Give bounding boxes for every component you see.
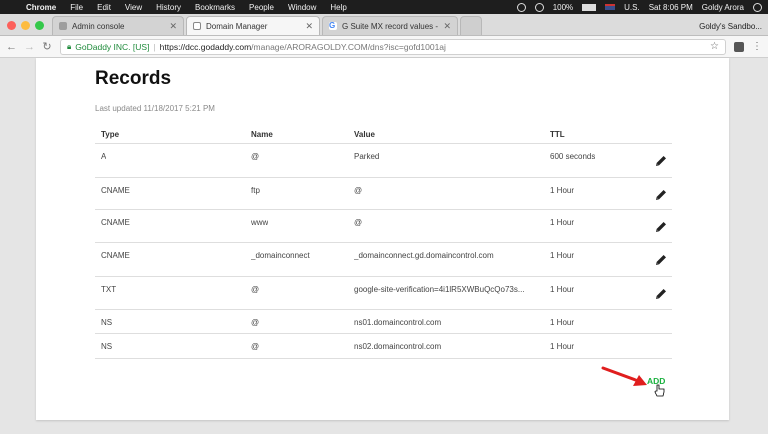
cell-value: ns01.domaincontrol.com bbox=[354, 318, 442, 327]
address-bar[interactable]: 🔒︎ GoDaddy INC. [US] | https://dcc.godad… bbox=[60, 38, 726, 55]
arrow-icon bbox=[601, 366, 647, 386]
close-icon[interactable]: ✕ bbox=[443, 21, 451, 32]
cell-name: ftp bbox=[251, 186, 260, 195]
last-updated-text: Last updated 11/18/2017 5:21 PM bbox=[95, 104, 215, 113]
tab-strip: Admin console ✕ Domain Manager ✕ G G Sui… bbox=[0, 14, 768, 36]
zoom-window-icon[interactable] bbox=[35, 21, 44, 30]
minimize-window-icon[interactable] bbox=[21, 21, 30, 30]
back-icon[interactable]: ← bbox=[6, 41, 17, 53]
header-value: Value bbox=[354, 130, 375, 139]
menubar-clock[interactable]: Sat 8:06 PM bbox=[649, 3, 693, 12]
cell-ttl: 1 Hour bbox=[550, 285, 575, 294]
table-row: CNAME _domainconnect _domainconnect.gd.dom… bbox=[95, 243, 672, 277]
cell-ttl: 1 Hour bbox=[550, 251, 575, 260]
pencil-icon[interactable] bbox=[654, 220, 668, 234]
cell-value: google-site-verification=4i1lR5XWBuQcQo7… bbox=[354, 285, 525, 294]
battery-percent: 100% bbox=[552, 2, 574, 12]
table-row: TXT @ google-site-verification=4i1lR5XWBuQ… bbox=[95, 277, 672, 310]
dns-records-table: Type Name Value TTL A @ Parked 600 seconds C… bbox=[95, 124, 672, 359]
forward-icon[interactable]: → bbox=[24, 41, 35, 53]
records-card: Records Last updated 11/18/2017 5:21 PM … bbox=[36, 58, 729, 420]
table-body: A @ Parked 600 seconds CNAME ftp @1 Hour CNAME w… bbox=[95, 144, 672, 359]
cell-ttl: 1 Hour bbox=[550, 342, 575, 351]
google-favicon-icon: G bbox=[329, 21, 337, 30]
pencil-icon[interactable] bbox=[654, 287, 668, 301]
close-icon[interactable]: ✕ bbox=[169, 21, 177, 32]
tab-gsuite-mx[interactable]: G G Suite MX record values - G ✕ bbox=[322, 16, 458, 35]
cell-ttl: 600 seconds bbox=[550, 152, 596, 161]
cell-type: NS bbox=[101, 318, 113, 327]
table-header: Type Name Value TTL bbox=[95, 124, 672, 144]
menu-edit[interactable]: Edit bbox=[97, 3, 111, 12]
cell-value: @ bbox=[354, 218, 363, 227]
window-controls bbox=[7, 21, 44, 30]
pencil-icon[interactable] bbox=[654, 188, 668, 202]
cell-type: A bbox=[101, 152, 107, 161]
tab-admin-console[interactable]: Admin console ✕ bbox=[52, 16, 184, 35]
menu-window[interactable]: Window bbox=[288, 3, 316, 12]
menu-people[interactable]: People bbox=[249, 3, 274, 12]
cell-type: NS bbox=[101, 342, 113, 351]
cell-name: www bbox=[251, 218, 269, 227]
cell-value: @ bbox=[354, 186, 363, 195]
cell-ttl: 1 Hour bbox=[550, 186, 575, 195]
close-window-icon[interactable] bbox=[7, 21, 16, 30]
status-circle-icon[interactable] bbox=[516, 2, 526, 12]
cell-type: CNAME bbox=[101, 218, 130, 227]
browser-toolbar: ← → ↻ 🔒︎ GoDaddy INC. [US] | https://dcc… bbox=[0, 36, 768, 58]
battery-icon[interactable] bbox=[582, 3, 597, 11]
hand-cursor-icon bbox=[654, 384, 665, 397]
profile-label[interactable]: Goldy's Sandbo... bbox=[699, 22, 762, 31]
cell-value: _domainconnect.gd.domaincontrol.com bbox=[354, 251, 494, 260]
star-icon[interactable]: ☆ bbox=[710, 41, 719, 52]
cell-type: CNAME bbox=[101, 251, 130, 260]
cell-ttl: 1 Hour bbox=[550, 318, 575, 327]
table-row: NS @ ns02.domaincontrol.com 1 Hour bbox=[95, 334, 672, 359]
cell-value: ns02.domaincontrol.com bbox=[354, 342, 442, 351]
cell-name: @ bbox=[251, 285, 260, 294]
spotlight-icon[interactable] bbox=[753, 2, 762, 12]
cell-ttl: 1 Hour bbox=[550, 218, 575, 227]
menu-history[interactable]: History bbox=[156, 3, 181, 12]
menu-view[interactable]: View bbox=[125, 3, 142, 12]
menu-app-name[interactable]: Chrome bbox=[26, 3, 56, 12]
menu-bookmarks[interactable]: Bookmarks bbox=[195, 3, 235, 12]
pencil-icon[interactable] bbox=[654, 253, 668, 267]
table-row: NS @ ns01.domaincontrol.com 1 Hour bbox=[95, 310, 672, 334]
table-row: CNAME ftp @1 Hour bbox=[95, 178, 672, 210]
page-favicon-icon bbox=[193, 22, 201, 30]
admin-favicon-icon bbox=[59, 22, 67, 30]
reload-icon[interactable]: ↻ bbox=[42, 40, 52, 53]
page-title: Records bbox=[95, 68, 172, 89]
input-locale[interactable]: U.S. bbox=[624, 3, 640, 12]
cell-type: CNAME bbox=[101, 186, 130, 195]
menu-kebab-icon[interactable]: ⋮ bbox=[752, 41, 762, 52]
header-name: Name bbox=[251, 130, 273, 139]
lock-icon: 🔒︎ bbox=[67, 41, 72, 51]
table-row: CNAME www @1 Hour bbox=[95, 210, 672, 243]
cell-name: @ bbox=[251, 342, 260, 351]
tab-domain-manager[interactable]: Domain Manager ✕ bbox=[186, 16, 320, 35]
cell-name: _domainconnect bbox=[251, 251, 310, 260]
pencil-icon[interactable] bbox=[654, 154, 668, 168]
header-ttl: TTL bbox=[550, 130, 565, 139]
close-icon[interactable]: ✕ bbox=[305, 21, 313, 32]
macos-menu-bar: Chrome File Edit View History Bookmarks … bbox=[0, 0, 768, 14]
cell-type: TXT bbox=[101, 285, 117, 294]
page-viewport: Records Last updated 11/18/2017 5:21 PM … bbox=[0, 58, 768, 434]
cell-name: @ bbox=[251, 152, 260, 161]
menubar-user[interactable]: Goldy Arora bbox=[702, 3, 744, 12]
cell-name: @ bbox=[251, 318, 260, 327]
menu-help[interactable]: Help bbox=[330, 3, 346, 12]
new-tab-button[interactable] bbox=[460, 16, 482, 35]
wifi-icon[interactable] bbox=[534, 2, 544, 12]
menu-file[interactable]: File bbox=[70, 3, 83, 12]
header-type: Type bbox=[101, 130, 120, 139]
secure-label: GoDaddy INC. [US] bbox=[75, 41, 150, 52]
flag-icon[interactable] bbox=[605, 4, 616, 10]
cell-value: Parked bbox=[354, 152, 380, 161]
extension-icon[interactable] bbox=[734, 41, 744, 52]
table-row: A @ Parked 600 seconds bbox=[95, 144, 672, 178]
url-text: https://dcc.godaddy.com/manage/ARORAGOLD… bbox=[159, 41, 446, 52]
